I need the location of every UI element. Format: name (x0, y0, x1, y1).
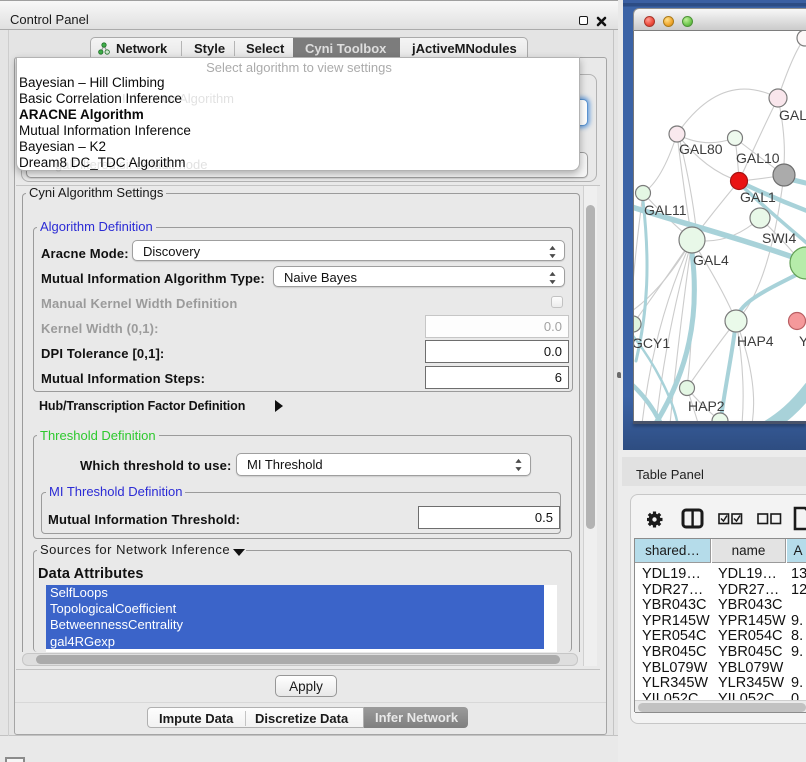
svg-text:GAL1: GAL1 (740, 189, 776, 205)
svg-text:GCY1: GCY1 (634, 335, 670, 351)
svg-text:HAP4: HAP4 (737, 333, 774, 349)
svg-text:GAL4: GAL4 (693, 252, 729, 268)
svg-text:GAL11: GAL11 (644, 202, 687, 218)
svg-text:SWI4: SWI4 (762, 230, 796, 246)
svg-text:HAP2: HAP2 (688, 398, 725, 414)
svg-text:GAL80: GAL80 (679, 141, 723, 157)
svg-text:GAL10: GAL10 (736, 150, 780, 166)
svg-text:Y: Y (799, 333, 806, 349)
svg-text:GAL: GAL (779, 107, 806, 123)
